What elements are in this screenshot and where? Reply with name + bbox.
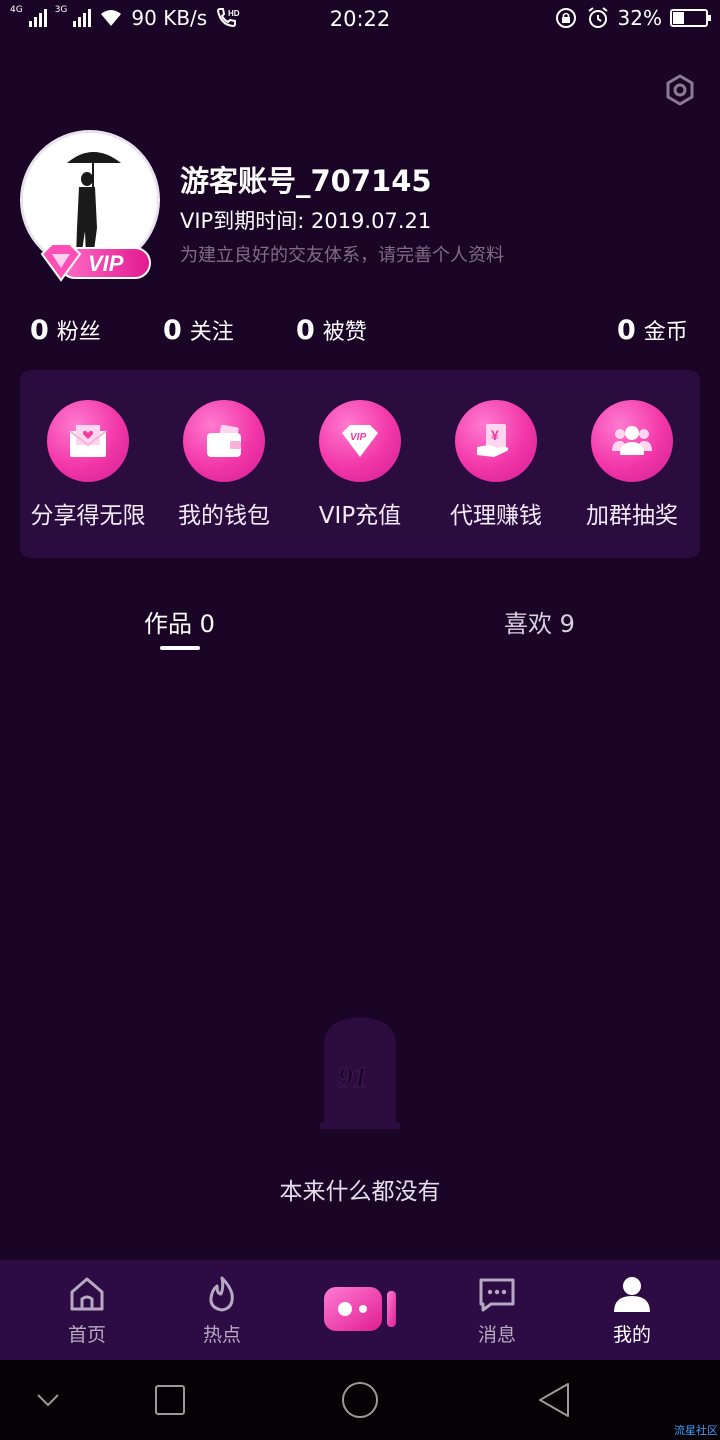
group-icon xyxy=(591,400,673,482)
stat-coins-count: 0 xyxy=(617,315,636,346)
recent-apps-icon[interactable] xyxy=(154,1378,186,1422)
nav-messages[interactable]: 消息 xyxy=(447,1274,547,1347)
vip-badge-text: VIP xyxy=(88,251,124,276)
nav-messages-label: 消息 xyxy=(477,1324,516,1346)
flame-icon xyxy=(209,1276,234,1312)
nav-hot[interactable]: 热点 xyxy=(172,1274,272,1347)
tab-active-indicator xyxy=(160,646,200,650)
stat-fans-label: 粉丝 xyxy=(56,320,101,345)
stat-fans[interactable]: 0 粉丝 xyxy=(30,314,101,346)
user-icon xyxy=(614,1277,650,1312)
vip-badge: VIP xyxy=(40,243,151,282)
camera-icon[interactable] xyxy=(323,1285,399,1333)
stat-coins-label: 金币 xyxy=(643,320,688,345)
feature-vip-recharge[interactable]: VIP VIP充值 xyxy=(292,400,428,530)
battery-percent: 32% xyxy=(617,6,662,30)
feature-wallet-label: 我的钱包 xyxy=(178,503,270,529)
feature-group-lottery-label: 加群抽奖 xyxy=(586,503,678,529)
stat-coins[interactable]: 0 金币 xyxy=(617,314,688,346)
feature-vip-recharge-label: VIP充值 xyxy=(318,503,402,529)
nav-hot-label: 热点 xyxy=(202,1324,241,1346)
empty-state-logo-icon: 91 xyxy=(320,1017,400,1129)
empty-logo-text: 91 xyxy=(338,1061,368,1094)
tab-works[interactable]: 作品 0 xyxy=(144,604,215,639)
nav-home-label: 首页 xyxy=(67,1324,106,1346)
settings-gear-icon[interactable] xyxy=(662,72,698,108)
home-circle-icon[interactable] xyxy=(340,1378,380,1422)
nav-me[interactable]: 我的 xyxy=(582,1274,682,1347)
chevron-down-icon[interactable] xyxy=(34,1378,62,1422)
nav-me-label: 我的 xyxy=(612,1324,651,1346)
profile-completion-tip[interactable]: 为建立良好的交友体系，请完善个人资料 xyxy=(180,241,504,267)
feature-agent[interactable]: ¥ 代理赚钱 xyxy=(428,400,564,530)
money-hand-icon: ¥ xyxy=(455,400,537,482)
empty-state-text: 本来什么都没有 xyxy=(279,1179,441,1205)
envelope-heart-icon xyxy=(47,400,129,482)
stat-following-label: 关注 xyxy=(189,320,234,345)
stat-following[interactable]: 0 关注 xyxy=(163,314,234,346)
vip-diamond-text: VIP xyxy=(350,432,366,443)
feature-share-label: 分享得无限 xyxy=(30,503,146,529)
stat-following-count: 0 xyxy=(163,315,182,346)
feature-group-lottery[interactable]: 加群抽奖 xyxy=(564,400,700,530)
wallet-icon xyxy=(183,400,265,482)
back-triangle-icon[interactable] xyxy=(536,1378,572,1422)
alarm-icon xyxy=(587,7,608,28)
watermark: 流星社区 xyxy=(674,1424,718,1437)
feature-wallet[interactable]: 我的钱包 xyxy=(156,400,292,530)
tab-likes[interactable]: 喜欢 9 xyxy=(504,604,575,639)
home-icon xyxy=(70,1277,104,1311)
feature-card: 分享得无限 我的钱包 VIP VIP充值 ¥ 代理赚钱 加群抽奖 xyxy=(20,370,700,558)
vip-diamond-icon: VIP xyxy=(319,400,401,482)
system-nav-bar: 流星社区 xyxy=(0,1360,720,1440)
vip-expire-date: VIP到期时间: 2019.07.21 xyxy=(180,209,432,233)
feature-agent-label: 代理赚钱 xyxy=(450,503,542,529)
stat-likes[interactable]: 0 被赞 xyxy=(296,314,367,346)
svg-text:¥: ¥ xyxy=(491,427,499,443)
username: 游客账号_707145 xyxy=(180,164,432,198)
status-bar: 4G 3G 90 KB/s HD 20:22 32% xyxy=(0,0,720,40)
stat-fans-count: 0 xyxy=(30,315,49,346)
stat-likes-count: 0 xyxy=(296,315,315,346)
nav-home[interactable]: 首页 xyxy=(37,1274,137,1347)
rotation-lock-icon xyxy=(555,8,576,28)
feature-share[interactable]: 分享得无限 xyxy=(20,400,156,530)
battery-icon xyxy=(670,9,711,27)
status-right: 32% xyxy=(554,6,711,30)
message-icon xyxy=(479,1278,515,1312)
stat-likes-label: 被赞 xyxy=(322,320,367,345)
